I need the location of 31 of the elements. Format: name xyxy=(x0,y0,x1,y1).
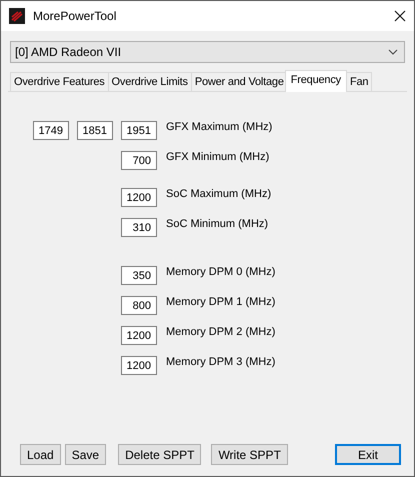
button[interactable]: Save xyxy=(64,444,106,465)
number-field[interactable]: 350 xyxy=(121,266,157,285)
number-field[interactable]: 1851 xyxy=(77,121,113,140)
field-label: Memory DPM 2 (MHz) xyxy=(166,326,276,338)
button[interactable]: Exit xyxy=(335,444,401,465)
number-field[interactable]: 1749 xyxy=(33,121,69,140)
app-logo-icon xyxy=(9,8,25,24)
field-label: SoC Maximum (MHz) xyxy=(166,188,272,200)
number-field[interactable]: 1200 xyxy=(121,356,157,375)
chevron-down-icon xyxy=(388,49,398,55)
button[interactable]: Load xyxy=(20,444,61,465)
window-title: MorePowerTool xyxy=(33,9,118,23)
number-field[interactable]: 800 xyxy=(121,296,157,315)
number-field[interactable]: 1200 xyxy=(121,326,157,345)
number-field[interactable]: 1951 xyxy=(121,121,157,140)
field-label: GFX Minimum (MHz) xyxy=(166,151,270,163)
button[interactable]: Delete SPPT xyxy=(118,444,202,465)
field-label: Memory DPM 1 (MHz) xyxy=(166,296,276,308)
tab[interactable]: Frequency xyxy=(284,70,347,92)
field-label: Memory DPM 0 (MHz) xyxy=(166,266,276,278)
field-label: Memory DPM 3 (MHz) xyxy=(166,356,276,368)
number-field[interactable]: 1200 xyxy=(121,188,157,207)
device-dropdown[interactable]: [0] AMD Radeon VII xyxy=(10,41,405,63)
field-label: SoC Minimum (MHz) xyxy=(166,218,268,230)
tab[interactable]: Overdrive Features xyxy=(10,72,109,91)
tab[interactable]: Fan xyxy=(346,72,372,91)
field-label: GFX Maximum (MHz) xyxy=(166,121,272,133)
number-field[interactable]: 700 xyxy=(121,151,157,170)
close-icon[interactable] xyxy=(394,10,406,22)
button[interactable]: Write SPPT xyxy=(211,444,288,465)
number-field[interactable]: 310 xyxy=(121,218,157,237)
